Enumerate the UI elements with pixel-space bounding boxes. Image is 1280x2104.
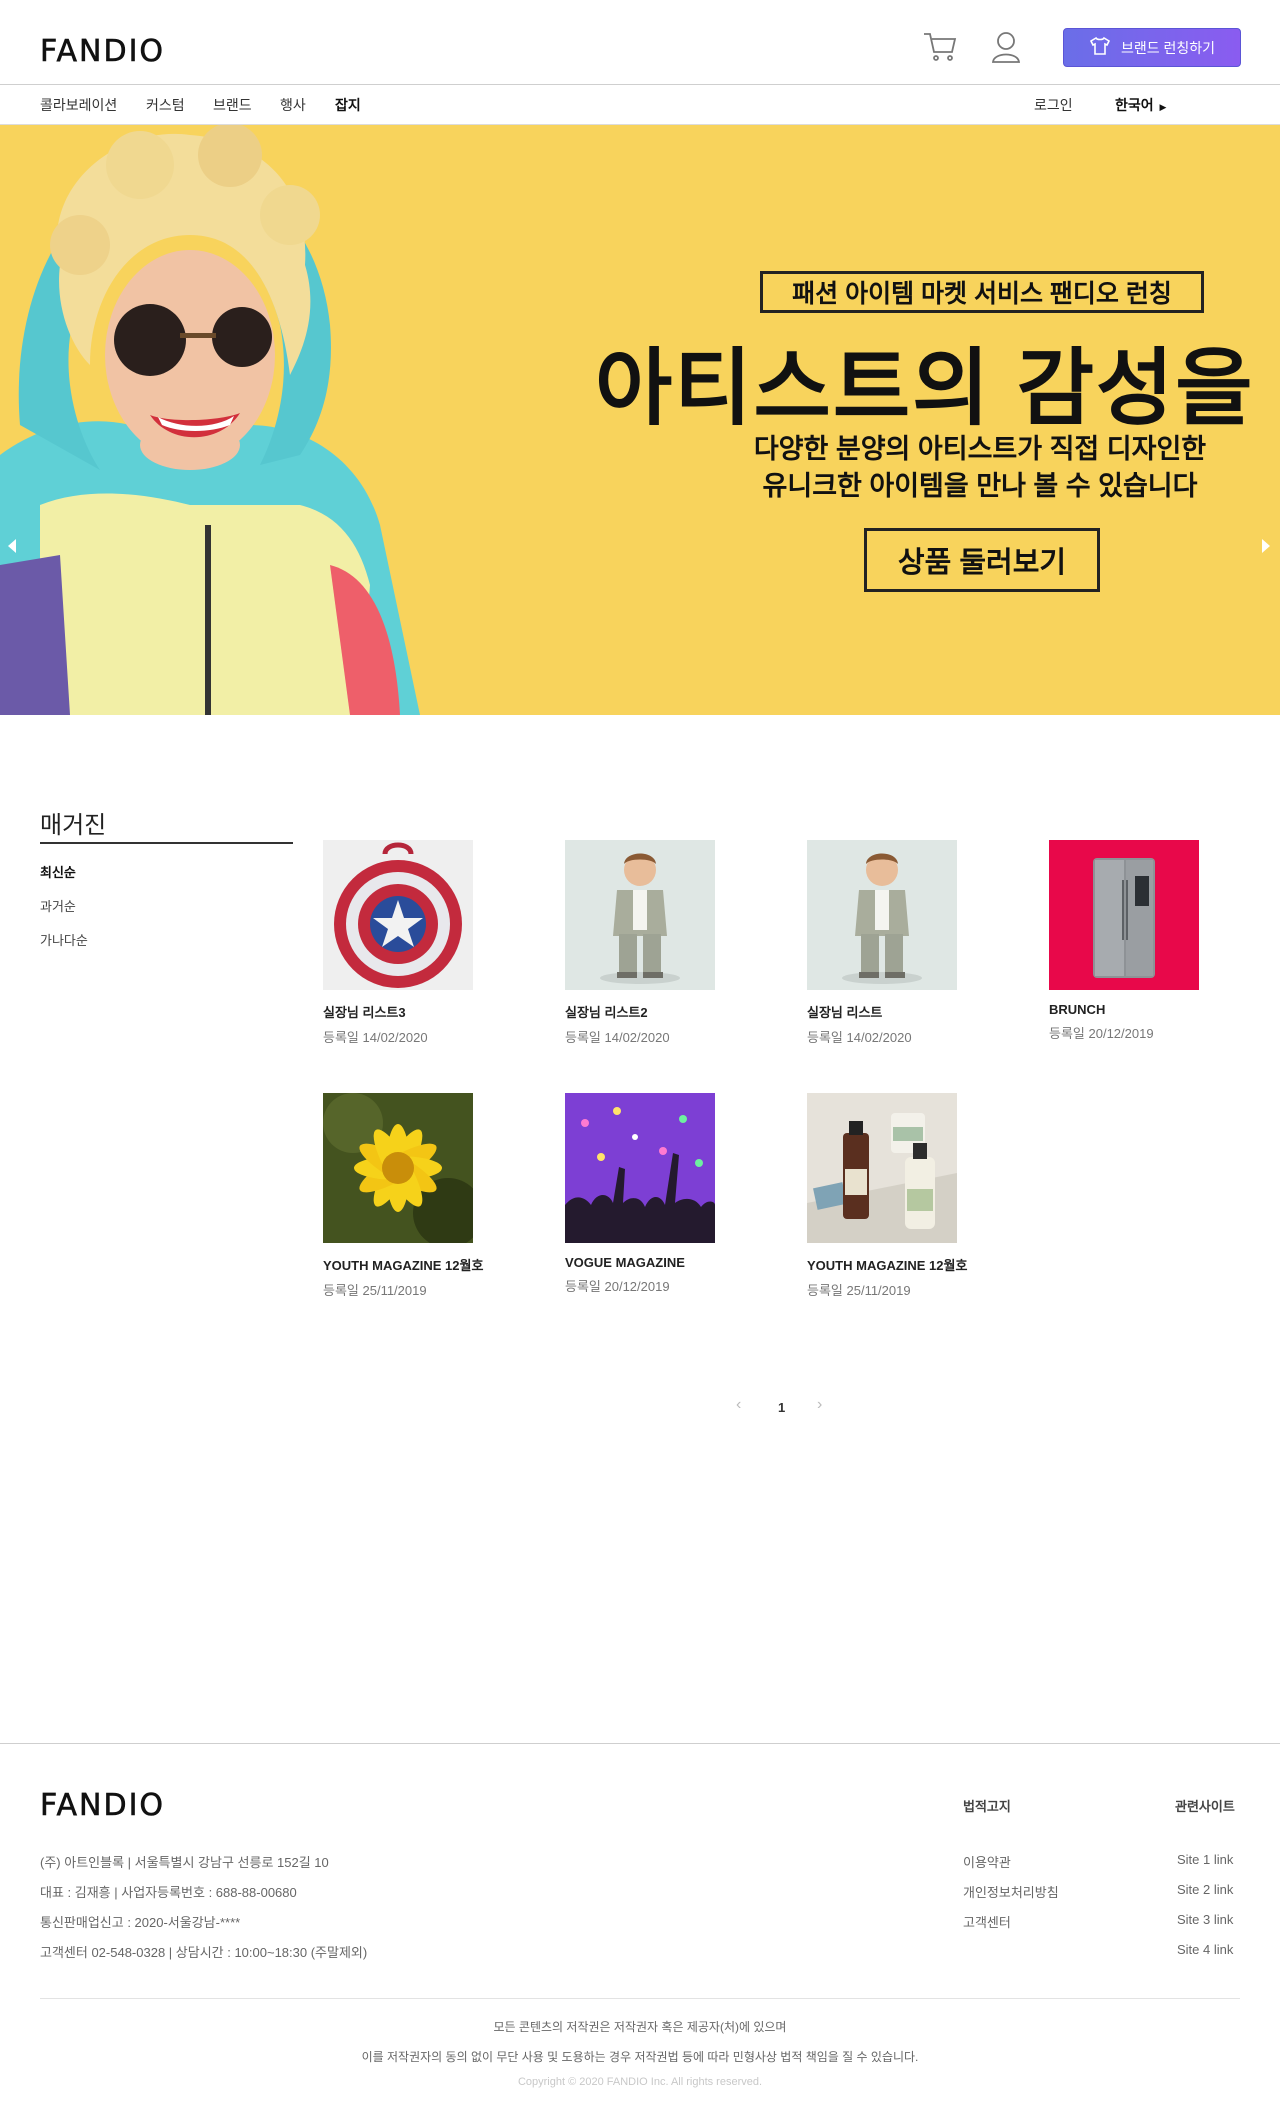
magazine-card[interactable]: 실장님 리스트3 등록일 14/02/2020 (323, 840, 475, 1046)
nav-item-magazine[interactable]: 잡지 (335, 95, 361, 115)
user-icon[interactable] (990, 30, 1022, 64)
card-title: YOUTH MAGAZINE 12월호 (807, 1258, 968, 1273)
card-date: 등록일 20/12/2019 (1049, 1026, 1154, 1041)
refrigerator-image (1049, 840, 1199, 990)
nav-item-event[interactable]: 행사 (280, 95, 306, 115)
company-info-line: (주) 아트인블록 | 서울특별시 강남구 선릉로 152길 10 (40, 1855, 329, 1870)
footer-bottom-divider (40, 1998, 1240, 1999)
nav-item-brand[interactable]: 브랜드 (213, 95, 252, 115)
shield-backpack-image (323, 840, 473, 990)
copyright-notice-line2: 이를 저작권자의 동의 없이 무단 사용 및 도용하는 경우 저작권법 등에 따… (361, 2050, 919, 2064)
company-info-line: 고객센터 02-548-0328 | 상담시간 : 10:00~18:30 (주… (40, 1945, 368, 1960)
pagination-next-icon[interactable]: › (817, 1396, 822, 1414)
footer-logo: FANDIO (40, 1788, 166, 1824)
copyright-notice-line1: 모든 콘텐츠의 저작권은 저작권자 혹은 제공자(처)에 있으며 (493, 2020, 787, 2034)
card-title: VOGUE MAGAZINE (565, 1255, 685, 1270)
hero-prev-arrow[interactable] (8, 539, 16, 553)
pagination-page-current[interactable]: 1 (778, 1400, 785, 1415)
language-label: 한국어 (1115, 97, 1154, 113)
fandio-logo[interactable]: FANDIO (40, 34, 165, 70)
hero-model-illustration (0, 125, 420, 715)
main-nav: 콜라보레이션 커스텀 브랜드 행사 잡지 로그인 한국어 ▶ (0, 85, 1280, 125)
card-title: 실장님 리스트3 (323, 1005, 406, 1020)
card-date: 등록일 25/11/2019 (807, 1283, 911, 1298)
magazine-card[interactable]: VOGUE MAGAZINE 등록일 20/12/2019 (565, 1093, 717, 1295)
footer-divider (0, 1743, 1280, 1744)
concert-crowd-image (565, 1093, 715, 1243)
magazine-title-divider (40, 842, 293, 844)
card-date: 등록일 14/02/2020 (807, 1030, 912, 1045)
related-site-link[interactable]: Site 4 link (1177, 1942, 1233, 1957)
magazine-title: 매거진 (40, 812, 107, 839)
hero-tag: 패션 아이템 마켓 서비스 팬디오 런칭 (760, 271, 1204, 313)
sort-latest[interactable]: 최신순 (40, 862, 76, 881)
card-date: 등록일 14/02/2020 (323, 1030, 428, 1045)
brand-launch-button[interactable]: 브랜드 런칭하기 (1063, 28, 1241, 67)
nav-item-collaboration[interactable]: 콜라보레이션 (40, 95, 117, 115)
magazine-card[interactable]: 실장님 리스트 등록일 14/02/2020 (807, 840, 959, 1046)
card-title: 실장님 리스트 (807, 1005, 883, 1020)
hero-banner: 패션 아이템 마켓 서비스 팬디오 런칭 아티스트의 감성을 입 다양한 분양의… (0, 125, 1280, 715)
language-select[interactable]: 한국어 ▶ (1115, 95, 1166, 115)
cosmetics-bottles-image (807, 1093, 957, 1243)
legal-link-privacy[interactable]: 개인정보처리방침 (963, 1882, 1059, 1901)
card-date: 등록일 20/12/2019 (565, 1279, 670, 1294)
magazine-card[interactable]: 실장님 리스트2 등록일 14/02/2020 (565, 840, 717, 1046)
cart-icon[interactable] (922, 30, 958, 64)
yellow-flower-image (323, 1093, 473, 1243)
nav-item-custom[interactable]: 커스텀 (146, 95, 185, 115)
sort-alphabetical[interactable]: 가나다순 (40, 930, 88, 949)
shirt-icon (1089, 36, 1111, 59)
card-title: YOUTH MAGAZINE 12월호 (323, 1258, 484, 1273)
company-info-line: 통신판매업신고 : 2020-서울강남-**** (40, 1915, 241, 1930)
hero-subtitle-line1: 다양한 분양의 아티스트가 직접 디자인한 (753, 434, 1207, 464)
hero-subtitle-line2: 유니크한 아이템을 만나 볼 수 있습니다 (762, 471, 1198, 501)
card-date: 등록일 14/02/2020 (565, 1030, 670, 1045)
kid-photo-image (565, 840, 715, 990)
hero-cta-button[interactable]: 상품 둘러보기 (864, 528, 1100, 592)
kid-photo-image (807, 840, 957, 990)
sort-oldest[interactable]: 과거순 (40, 896, 76, 915)
copyright-text: Copyright © 2020 FANDIO Inc. All rights … (517, 2076, 763, 2088)
pagination-prev-icon[interactable]: ‹ (736, 1396, 741, 1414)
related-sites-heading: 관련사이트 (1175, 1799, 1235, 1814)
hero-title: 아티스트의 감성을 입 (595, 341, 1280, 435)
magazine-card[interactable]: YOUTH MAGAZINE 12월호 등록일 25/11/2019 (807, 1093, 968, 1299)
related-site-link[interactable]: Site 3 link (1177, 1912, 1233, 1927)
login-link[interactable]: 로그인 (1034, 95, 1073, 115)
related-site-link[interactable]: Site 2 link (1177, 1882, 1233, 1897)
legal-heading: 법적고지 (963, 1799, 1011, 1814)
card-date: 등록일 25/11/2019 (323, 1283, 427, 1298)
company-info-line: 대표 : 김재흥 | 사업자등록번호 : 688-88-00680 (40, 1885, 297, 1900)
legal-link-terms[interactable]: 이용약관 (963, 1852, 1011, 1871)
magazine-card[interactable]: YOUTH MAGAZINE 12월호 등록일 25/11/2019 (323, 1093, 484, 1299)
hero-subtitle: 다양한 분양의 아티스트가 직접 디자인한 유니크한 아이템을 만나 볼 수 있… (700, 431, 1260, 505)
hero-next-arrow[interactable] (1262, 539, 1270, 553)
brand-launch-label: 브랜드 런칭하기 (1120, 39, 1216, 56)
magazine-card[interactable]: BRUNCH 등록일 20/12/2019 (1049, 840, 1201, 1042)
legal-link-support[interactable]: 고객센터 (963, 1912, 1011, 1931)
caret-right-icon: ▶ (1159, 102, 1167, 112)
card-title: BRUNCH (1049, 1002, 1106, 1017)
top-header: FANDIO 브랜드 런칭하기 (0, 0, 1280, 85)
related-site-link[interactable]: Site 1 link (1177, 1852, 1233, 1867)
card-title: 실장님 리스트2 (565, 1005, 648, 1020)
